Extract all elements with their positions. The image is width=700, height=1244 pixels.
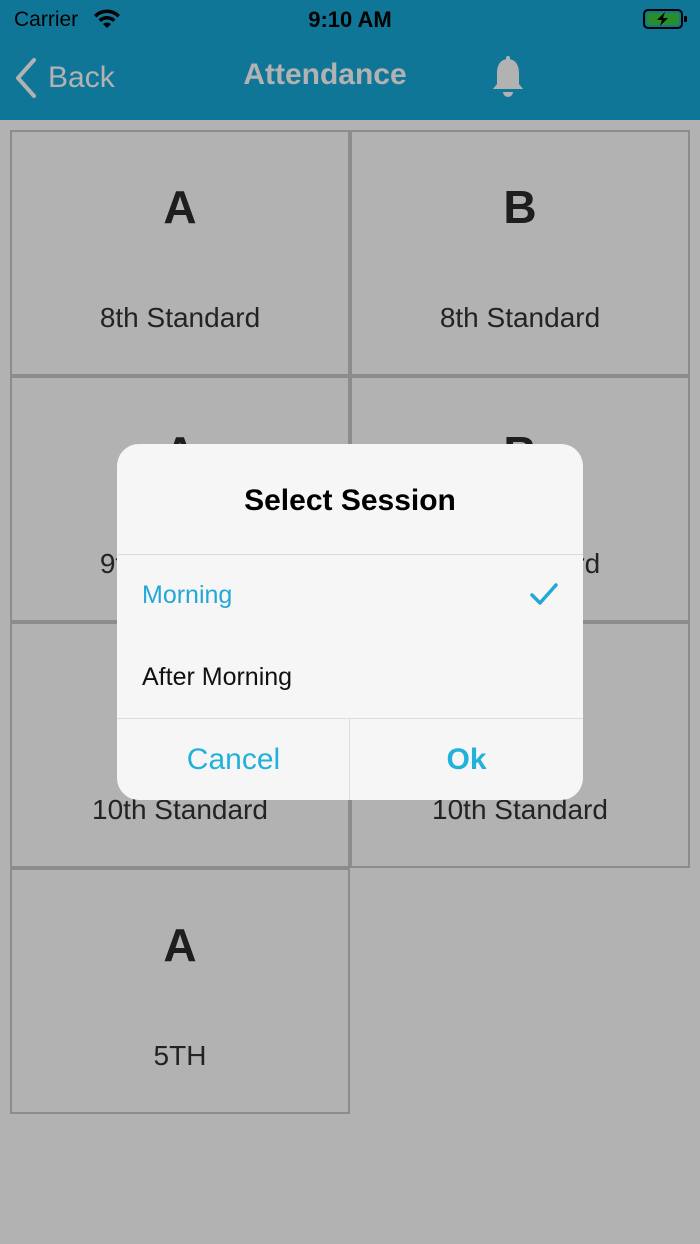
cancel-button[interactable]: Cancel bbox=[117, 719, 350, 800]
checkmark-icon bbox=[530, 583, 558, 605]
ok-button[interactable]: Ok bbox=[350, 719, 583, 800]
option-label: After Morning bbox=[142, 663, 293, 691]
option-morning[interactable]: Morning bbox=[117, 555, 583, 637]
option-after-morning[interactable]: After Morning bbox=[117, 637, 583, 719]
dialog-title: Select Session bbox=[244, 484, 456, 517]
select-session-dialog: Select Session Morning After Morning Can… bbox=[117, 444, 583, 800]
option-label: Morning bbox=[142, 581, 233, 609]
